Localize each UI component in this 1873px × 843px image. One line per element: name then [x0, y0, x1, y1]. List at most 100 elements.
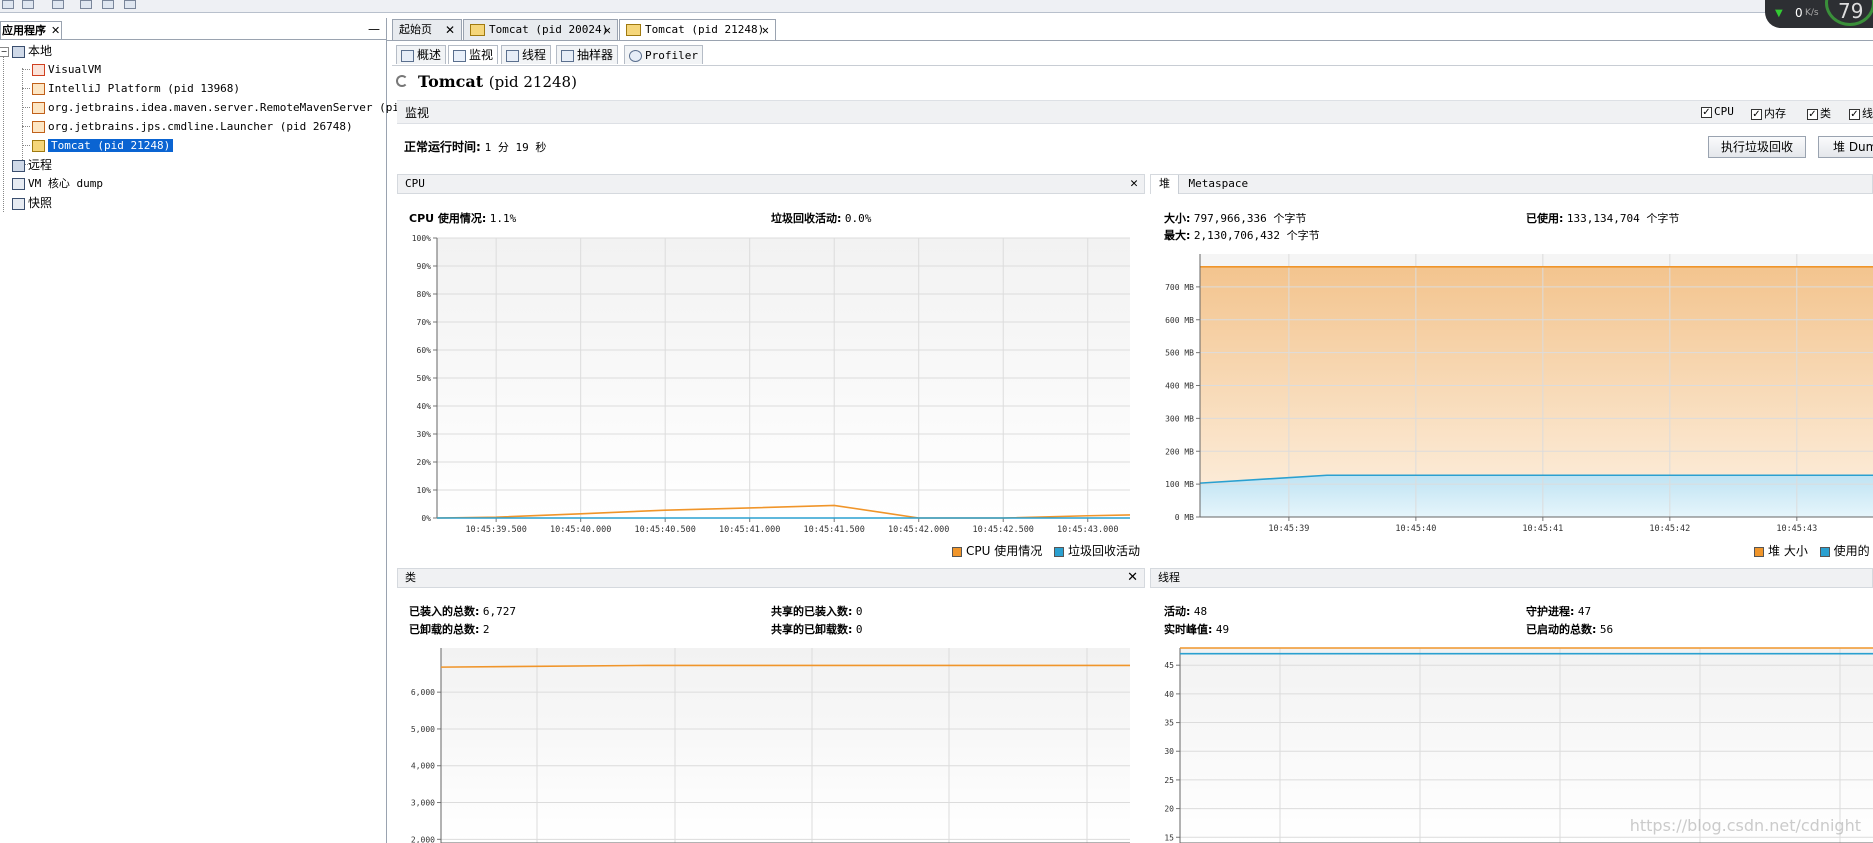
x-tick-label: 10:45:41 — [1522, 524, 1563, 534]
tree-node-local-label: 本地 — [28, 44, 53, 58]
threads-daemon-stat: 守护进程: 47 — [1526, 603, 1591, 619]
y-tick-label: 25 — [1164, 776, 1174, 785]
cpu-panel-header: CPU ✕ — [397, 174, 1145, 194]
heap-max-value: 2,130,706,432 个字节 — [1193, 229, 1320, 242]
y-tick-label: 45 — [1164, 661, 1174, 670]
tree-node-launcher[interactable]: org.jetbrains.jps.cmdline.Launcher (pid … — [32, 118, 353, 136]
tree-node-remote-label: 远程 — [28, 158, 53, 172]
tab-monitor[interactable]: 监视 — [448, 45, 499, 64]
threads-started-stat: 已启动的总数: 56 — [1526, 621, 1613, 637]
threads-chart: 15 20 25 30 35 40 45 — [1164, 647, 1873, 843]
classes-loaded-value: 6,727 — [482, 605, 517, 618]
y-tick-label: 5,000 — [411, 725, 435, 734]
tab-start-page[interactable]: 起始页 ✕ — [392, 19, 462, 40]
checkmark-icon: ✓ — [1701, 106, 1712, 118]
tomcat-icon — [626, 24, 641, 36]
x-tick-label: 10:45:42.500 — [973, 525, 1034, 535]
tree-node-intellij-label: IntelliJ Platform (pid 13968) — [48, 82, 241, 95]
heap-used-label: 已使用: — [1526, 212, 1564, 225]
add-host-icon[interactable] — [52, 0, 64, 9]
cpu-usage-value: 1.1% — [489, 212, 517, 225]
memory-checkbox[interactable]: ✓ 内存 — [1751, 105, 1786, 121]
tab-profiler[interactable]: Profiler — [624, 45, 703, 64]
page-title-pid: (pid 21248) — [488, 73, 577, 91]
tab-sampler[interactable]: 抽样器 — [556, 45, 619, 64]
threads-checkbox[interactable]: ✓ 线 — [1849, 105, 1873, 121]
close-icon[interactable]: ✕ — [604, 20, 611, 40]
memory-checkbox-label: 内存 — [1764, 107, 1786, 120]
tab-heap[interactable]: 堆 — [1151, 175, 1179, 194]
threads-started-value: 56 — [1599, 623, 1614, 636]
open-icon[interactable] — [2, 0, 14, 9]
classes-unloaded-value: 2 — [482, 623, 490, 636]
save-icon[interactable] — [22, 0, 34, 9]
close-icon[interactable]: ✕ — [1127, 569, 1138, 587]
close-icon[interactable]: ✕ — [762, 20, 769, 40]
tree-node-local[interactable]: 本地 — [12, 42, 52, 60]
cpu-legend: CPU 使用情况 垃圾回收活动 — [952, 542, 1140, 559]
y-tick-label: 35 — [1164, 719, 1174, 728]
y-tick-label: 4,000 — [411, 762, 435, 771]
tree-node-maven[interactable]: org.jetbrains.idea.maven.server.RemoteMa… — [32, 99, 419, 117]
threads-panel: 线程 活动: 48 实时峰值: 49 守护进程: 47 已启动的总数: 56 1… — [1150, 568, 1873, 843]
cpu-chart: 0% 10% 20% 30% 40% 50% 60% 70% 80% 90% 100% 10:45:3… — [412, 234, 1131, 535]
tree-node-remote[interactable]: 远程 — [12, 156, 52, 174]
heap-size-label: 大小: — [1164, 212, 1191, 225]
y-tick-label: 700 MB — [1165, 283, 1194, 292]
heap-size-value: 797,966,336 个字节 — [1193, 212, 1307, 225]
heap-dump-icon[interactable] — [80, 0, 92, 9]
tab-tomcat-20024-label: Tomcat (pid 20024) — [489, 23, 609, 36]
y-tick-label: 20 — [1164, 805, 1174, 814]
tree-node-launcher-label: org.jetbrains.jps.cmdline.Launcher (pid … — [48, 120, 353, 133]
heap-used-value: 133,134,704 个字节 — [1566, 212, 1680, 225]
tree-node-snapshot[interactable]: 快照 — [12, 194, 52, 212]
snapshot-icon[interactable] — [102, 0, 114, 9]
collapse-local-icon[interactable]: − — [0, 47, 9, 57]
used-heap-area — [1200, 475, 1873, 517]
classes-panel-title: 类 — [405, 571, 416, 584]
tree-node-tomcat[interactable]: Tomcat (pid 21248) — [32, 137, 174, 155]
shared-loaded-label: 共享的已装入数: — [771, 605, 853, 618]
legend-gc-activity-label: 垃圾回收活动 — [1068, 544, 1141, 558]
classes-chart: 2,000 3,000 4,000 5,000 6,000 — [411, 648, 1130, 843]
threads-checkbox-label: 线 — [1862, 107, 1873, 120]
uptime: 正常运行时间: 1 分 19 秒 — [404, 138, 546, 155]
threads-live-label: 活动: — [1164, 605, 1191, 618]
close-icon[interactable]: ✕ — [445, 20, 455, 40]
close-icon[interactable]: ✕ — [51, 22, 60, 40]
core-dump-icon[interactable] — [124, 0, 136, 9]
threads-peak-label: 实时峰值: — [1164, 623, 1213, 636]
tab-monitor-label: 监视 — [469, 48, 494, 62]
applications-panel: 应用程序 ✕ — − 本地 VisualVM IntelliJ Platform… — [0, 18, 419, 843]
classes-checkbox[interactable]: ✓ 类 — [1807, 105, 1831, 121]
profiler-icon — [629, 50, 642, 62]
tab-metaspace[interactable]: Metaspace — [1183, 177, 1249, 190]
monitor-icon — [453, 49, 466, 62]
heap-max-stat: 最大: 2,130,706,432 个字节 — [1164, 227, 1320, 243]
tree-node-vm-core-label: VM 核心 dump — [28, 177, 103, 190]
gc-activity-label: 垃圾回收活动: — [771, 212, 842, 225]
cpu-checkbox[interactable]: ✓ CPU — [1701, 105, 1734, 118]
heap-dump-button[interactable]: 堆 Dump — [1818, 136, 1873, 158]
threads-panel-header: 线程 — [1150, 568, 1873, 588]
tab-threads[interactable]: 线程 — [501, 45, 552, 64]
x-tick-label: 10:45:43.000 — [1057, 525, 1118, 535]
minimize-icon[interactable]: — — [368, 22, 380, 36]
close-icon[interactable]: ✕ — [1130, 175, 1138, 193]
heap-panel-header: 堆 Metaspace — [1150, 174, 1873, 194]
perform-gc-button[interactable]: 执行垃圾回收 — [1708, 136, 1807, 158]
tree-node-intellij[interactable]: IntelliJ Platform (pid 13968) — [32, 80, 240, 98]
plot-background — [441, 648, 1130, 843]
tab-tomcat-21248[interactable]: Tomcat (pid 21248) ✕ — [619, 19, 776, 41]
tree-node-vm-core[interactable]: VM 核心 dump — [12, 175, 103, 193]
threads-live-value: 48 — [1193, 605, 1208, 618]
cpu-checkbox-label: CPU — [1714, 105, 1734, 118]
tab-start-page-label: 起始页 — [399, 23, 432, 36]
classes-panel: 类 ✕ 已装入的总数: 6,727 已卸载的总数: 2 共享的已装入数: 0 共… — [397, 568, 1145, 843]
tree-node-visualvm[interactable]: VisualVM — [32, 61, 101, 79]
y-tick-label: 30% — [417, 430, 432, 439]
tab-tomcat-20024[interactable]: Tomcat (pid 20024) ✕ — [463, 19, 618, 40]
classes-loaded-label: 已装入的总数: — [409, 605, 480, 618]
tab-overview[interactable]: 概述 — [396, 45, 447, 64]
tab-applications[interactable]: 应用程序 ✕ — [0, 21, 62, 39]
